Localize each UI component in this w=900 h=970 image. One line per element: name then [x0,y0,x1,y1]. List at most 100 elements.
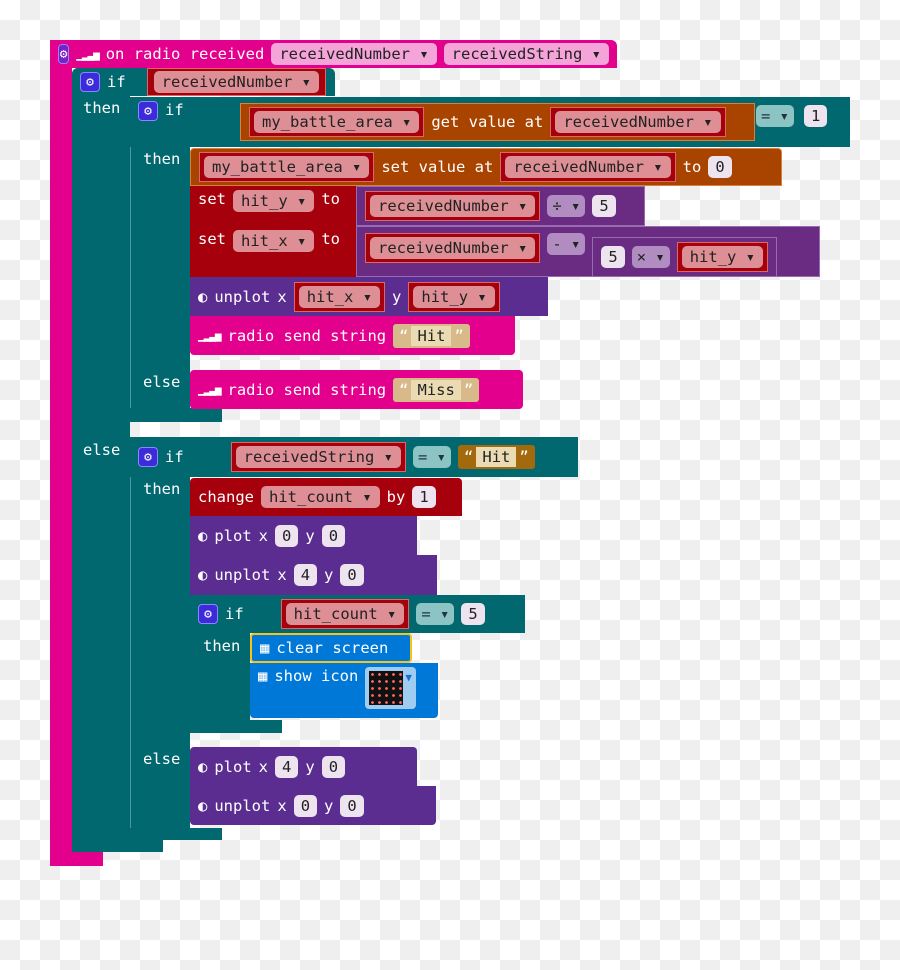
number-field[interactable]: 5 [461,603,485,625]
icon-picker[interactable]: ▼ [365,667,416,709]
param-received-string[interactable]: receivedString ▾ [443,43,609,65]
param-received-number[interactable]: receivedNumber ▾ [271,43,437,65]
variable-block[interactable]: receivedNumber ▾ [365,233,541,263]
if2-header[interactable]: ⚙ if receivedString ▾ = ▾ “Hit” [130,437,578,477]
var-dropdown[interactable]: hit_x ▾ [233,230,315,252]
var-name: hit_y [241,192,288,210]
var-dropdown[interactable]: hit_count ▾ [285,603,405,625]
plot-block[interactable]: ◐ plot x 4 y 0 [190,747,417,786]
number-field[interactable]: 0 [708,156,732,178]
get-value-label: get value at [431,113,544,131]
get-value-at-block[interactable]: my_battle_area ▾ get value at receivedNu… [240,103,755,141]
var-dropdown[interactable]: hit_count ▾ [261,486,380,508]
string-value[interactable]: Hit [476,447,517,467]
var-dropdown[interactable]: receivedNumber ▾ [153,71,319,93]
set-hit-y-block[interactable]: set hit_y ▾ to [190,186,356,226]
operator-dropdown[interactable]: ÷ ▾ [547,195,586,217]
string-block[interactable]: “Hit” [458,445,535,469]
set-value-at-block[interactable]: my_battle_area ▾ set value at receivedNu… [190,148,782,186]
gear-icon[interactable]: ⚙ [80,72,100,92]
if-label: if [225,605,244,623]
string-value[interactable]: Hit [411,325,452,346]
gear-icon[interactable]: ⚙ [138,101,158,121]
var-dropdown[interactable]: hit_y ▾ [413,285,495,308]
if3-header[interactable]: ⚙ if hit_count ▾ = ▾ 5 [190,595,525,633]
string-value[interactable]: Miss [411,379,461,400]
x-field[interactable]: 0 [275,524,299,547]
array-variable-block[interactable]: my_battle_area ▾ [249,107,425,137]
unplot-block[interactable]: ◐ unplot x hit_x ▾ y hit_y ▾ [190,277,548,316]
string-block[interactable]: “Hit” [393,323,470,348]
number-field[interactable]: 1 [412,486,436,508]
number-field[interactable]: 5 [592,195,616,217]
x-field[interactable]: 0 [293,794,318,817]
var-dropdown[interactable]: my_battle_area ▾ [204,156,370,178]
variable-block[interactable]: receivedString ▾ [230,442,406,472]
operator-dropdown[interactable]: - ▾ [547,233,586,255]
clear-screen-block[interactable]: ▦ clear screen [250,633,412,663]
gear-icon[interactable]: ⚙ [138,447,158,467]
event-block-body[interactable] [50,40,72,866]
unplot-block[interactable]: ◐ unplot x 4 y 0 [190,555,437,595]
change-label: change [198,488,254,506]
number-field[interactable]: 5 [601,246,625,268]
toggle-icon: ◐ [198,287,208,306]
y-field[interactable]: 0 [321,755,346,778]
y-field[interactable]: 0 [321,524,346,547]
y-field[interactable]: 0 [340,564,364,586]
y-field[interactable]: 0 [340,794,364,817]
var-dropdown[interactable]: receivedNumber ▾ [370,237,536,259]
gear-icon[interactable]: ⚙ [198,604,218,624]
string-block[interactable]: “Miss” [393,377,480,402]
then-label: then [83,99,121,117]
change-by-block[interactable]: change hit_count ▾ by 1 [190,478,462,516]
var-name: receivedString [243,448,375,466]
operator-dropdown[interactable]: = ▾ [413,446,452,468]
var-name: hit_y [689,248,737,266]
radio-send-hit-block[interactable]: ▁▂▃▅ radio send string “Hit” [190,316,515,355]
plot-block[interactable]: ◐ plot x 0 y 0 [190,516,417,555]
divide-block[interactable]: receivedNumber ▾ ÷ ▾ 5 [356,186,645,226]
index-variable-block[interactable]: receivedNumber ▾ [550,107,726,137]
show-icon-block[interactable]: ▦ show icon ▼ [250,663,438,718]
operator-dropdown[interactable]: = ▾ [416,603,455,625]
radio-send-miss-block[interactable]: ▁▂▃▅ radio send string “Miss” [190,370,523,409]
compare-op[interactable]: = ▾ 1 [756,104,828,128]
variable-block[interactable]: hit_y ▾ [676,242,769,272]
send-label: radio send string [227,380,387,399]
variable-block[interactable]: hit_x ▾ [293,281,386,312]
gear-icon[interactable]: ⚙ [58,44,70,64]
x-field[interactable]: 4 [293,564,318,586]
variable-block[interactable]: hit_count ▾ [280,599,410,629]
var-dropdown[interactable]: receivedNumber ▾ [370,195,536,217]
operator-dropdown[interactable]: = ▾ [756,105,795,127]
array-variable-block[interactable]: my_battle_area ▾ [199,152,375,182]
outer-if-block[interactable] [72,68,130,852]
variable-block[interactable]: hit_y ▾ [408,281,500,312]
outer-if-header[interactable]: ⚙ if receivedNumber ▾ [72,68,335,96]
on-radio-received-block[interactable]: ⚙ ▁▂▃▅ on radio received receivedNumber … [50,40,617,68]
var-dropdown[interactable]: hit_x ▾ [298,285,381,308]
set-hit-x-block[interactable]: set hit_x ▾ to [190,226,356,277]
var-dropdown[interactable]: receivedNumber ▾ [555,111,721,133]
variable-block[interactable]: receivedNumber ▾ [146,68,326,96]
var-dropdown[interactable]: receivedString ▾ [235,446,401,468]
index-variable-block[interactable]: receivedNumber ▾ [500,152,676,182]
show-icon-label: show icon [274,667,359,685]
x-field[interactable]: 4 [275,755,299,778]
var-dropdown[interactable]: receivedNumber ▾ [505,156,671,178]
unplot-block[interactable]: ◐ unplot x 0 y 0 [190,786,436,825]
subtract-block[interactable]: receivedNumber ▾ - ▾ 5 × ▾ hit_y ▾ [356,226,820,277]
op: = [418,448,428,466]
variable-block[interactable]: receivedNumber ▾ [365,191,541,221]
radio-signal-icon: ▁▂▃▅ [76,47,99,61]
multiply-block[interactable]: 5 × ▾ hit_y ▾ [592,237,778,277]
led-grid-icon: ▦ [260,639,270,657]
number-field[interactable]: 1 [804,105,828,127]
var-dropdown[interactable]: my_battle_area ▾ [254,111,420,133]
param-label: receivedNumber [279,45,410,63]
operator-dropdown[interactable]: × ▾ [631,246,670,268]
var-dropdown[interactable]: hit_y ▾ [681,246,764,268]
var-name: my_battle_area [212,158,343,176]
var-dropdown[interactable]: hit_y ▾ [233,190,315,212]
